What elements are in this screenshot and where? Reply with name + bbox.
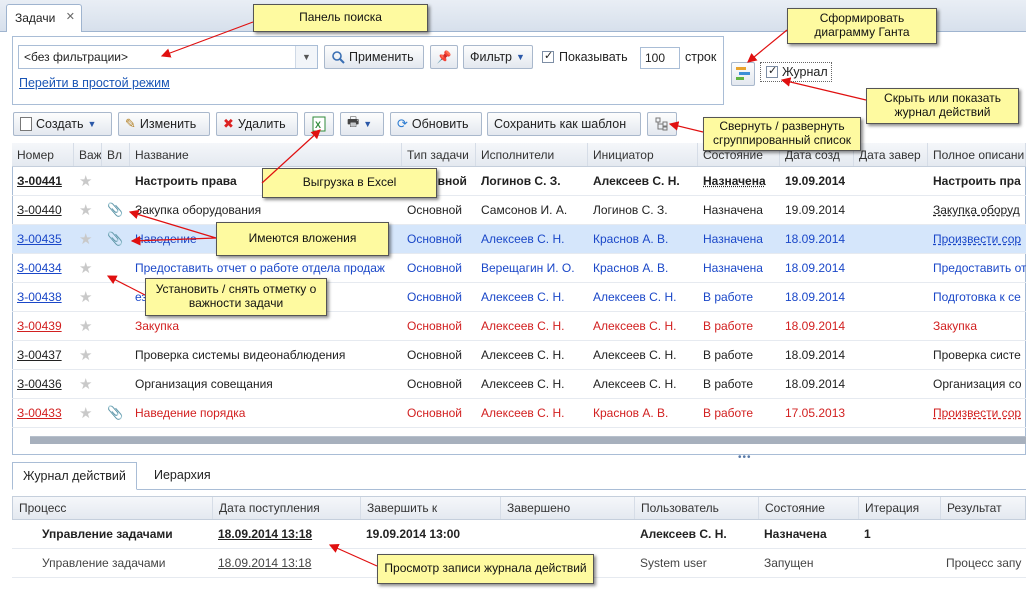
callout-arrows xyxy=(106,21,867,567)
